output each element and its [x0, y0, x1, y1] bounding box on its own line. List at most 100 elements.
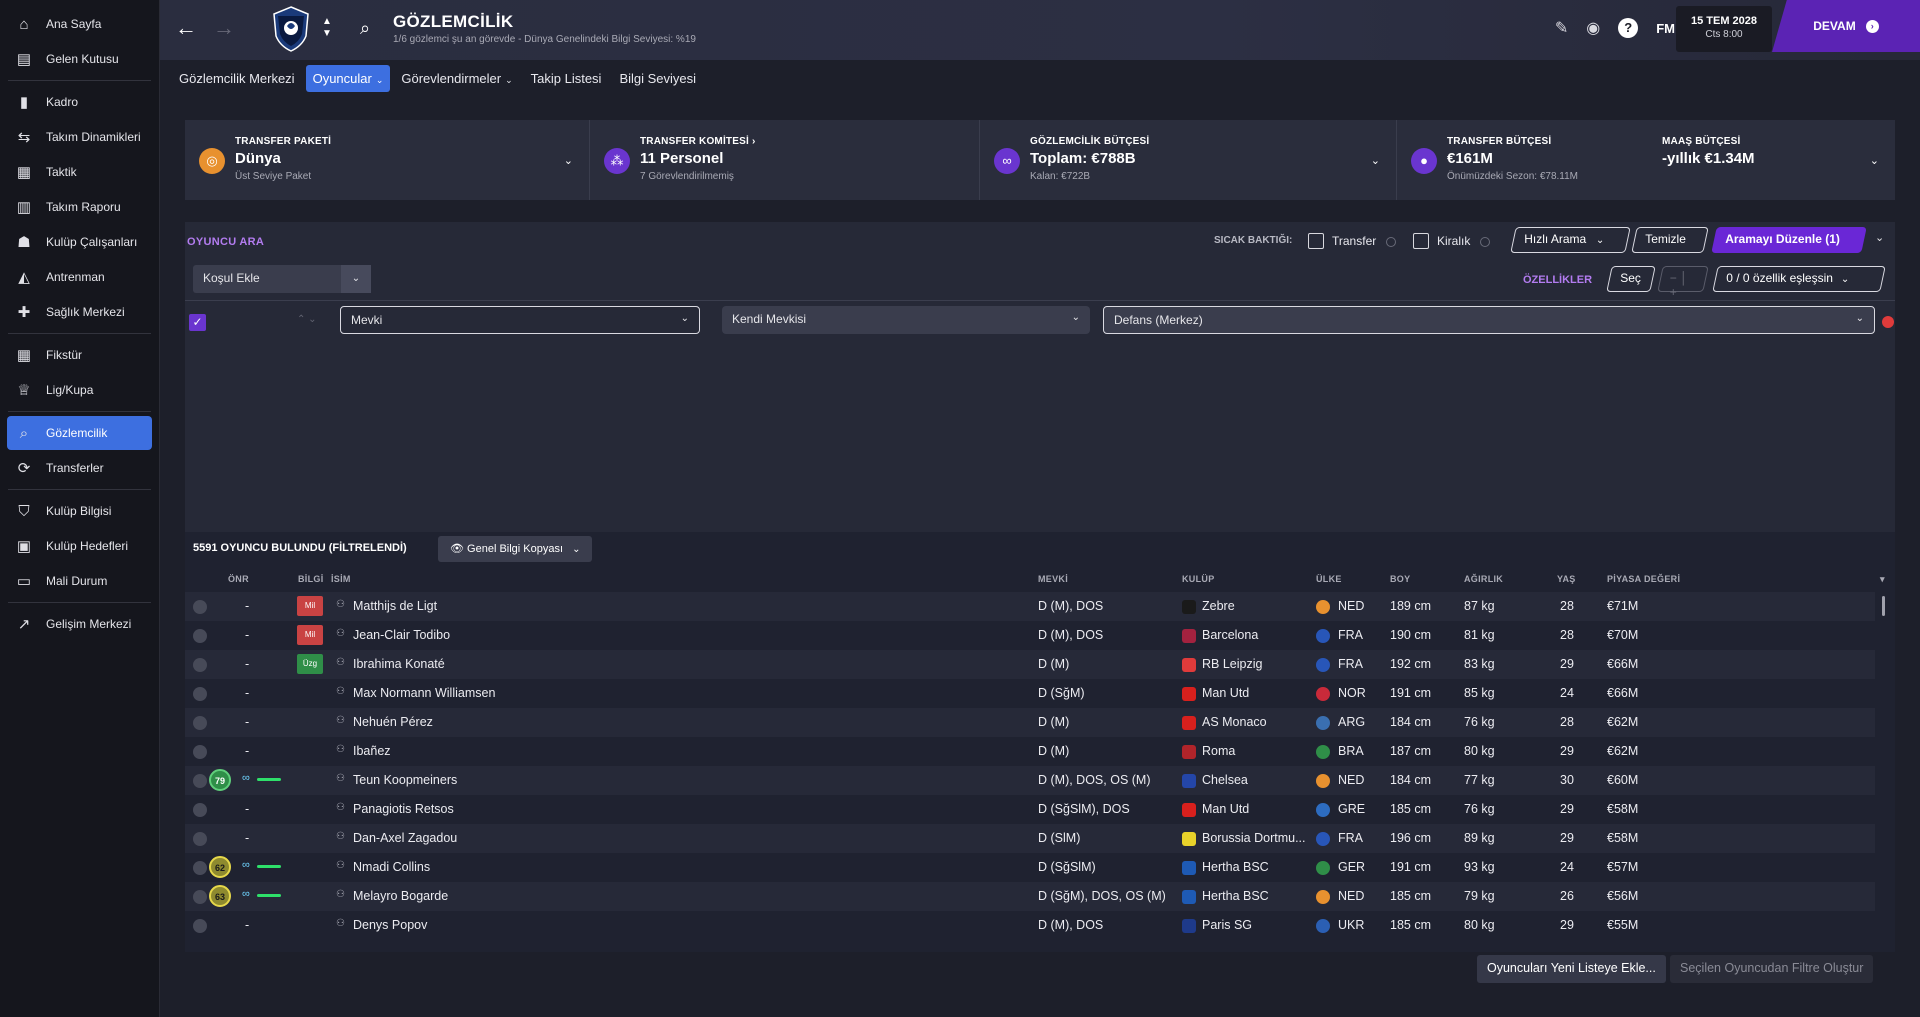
info-icon[interactable] [1480, 237, 1490, 247]
fm-menu-button[interactable]: FM [1656, 21, 1675, 36]
table-row[interactable]: - ⚇ Max Normann Williamsen D (SğM) Man U… [185, 679, 1875, 708]
create-filter-button[interactable]: Seçilen Oyuncudan Filtre Oluştur [1670, 955, 1874, 983]
player-club[interactable]: Barcelona [1202, 628, 1258, 642]
row-select-checkbox[interactable] [193, 687, 207, 701]
reorder-arrows-icon[interactable]: ⌃ ⌄ [297, 314, 317, 325]
criterion-value-select[interactable]: Defans (Merkez) ⌄ [1103, 306, 1875, 334]
sidebar-item[interactable]: ✚ Sağlık Merkezi [7, 295, 152, 329]
chevron-down-icon[interactable]: ⌄ [1875, 231, 1884, 244]
tab[interactable]: Oyuncular ⌄ [305, 64, 391, 92]
loan-checkbox[interactable] [1413, 233, 1429, 249]
player-name[interactable]: Ibañez [353, 744, 391, 758]
attribute-stepper[interactable]: − │ + [1657, 266, 1709, 299]
search-icon[interactable]: ⌕ [360, 18, 370, 39]
select-attributes-button[interactable]: Seç [1606, 266, 1656, 292]
row-select-checkbox[interactable] [193, 745, 207, 759]
player-club[interactable]: AS Monaco [1202, 715, 1267, 729]
add-condition-dropdown[interactable]: Koşul Ekle ⌄ [193, 265, 371, 293]
sidebar-item[interactable]: ▮ Kadro [7, 85, 152, 119]
player-nation[interactable]: NED [1338, 599, 1364, 613]
player-nation[interactable]: GRE [1338, 802, 1365, 816]
help-icon[interactable]: ? [1618, 18, 1639, 38]
remove-criterion-icon[interactable] [1882, 316, 1894, 328]
player-club[interactable]: Paris SG [1202, 918, 1252, 932]
player-name[interactable]: Jean-Clair Todibo [353, 628, 450, 642]
transfer-package-cell[interactable]: ◎ TRANSFER PAKETİ Dünya Üst Seviye Paket… [185, 120, 590, 200]
player-nation[interactable]: ARG [1338, 715, 1365, 729]
row-select-checkbox[interactable] [193, 716, 207, 730]
player-club[interactable]: Borussia Dortmu... [1202, 831, 1306, 845]
table-row[interactable]: - ⚇ Dan-Axel Zagadou D (SlM) Borussia Do… [185, 824, 1875, 853]
continue-button[interactable]: DEVAM › [1772, 0, 1920, 52]
tab[interactable]: Görevlendirmeler ⌄ [394, 65, 519, 92]
player-club[interactable]: Man Utd [1202, 686, 1249, 700]
player-name[interactable]: Max Normann Williamsen [353, 686, 495, 700]
row-select-checkbox[interactable] [193, 629, 207, 643]
criterion-checkbox[interactable]: ✓ [189, 314, 206, 331]
table-row[interactable]: - Mil ⚇ Matthijs de Ligt D (M), DOS Zebr… [185, 592, 1875, 621]
pencil-icon[interactable]: ✎ [1555, 18, 1568, 38]
row-select-checkbox[interactable] [193, 600, 207, 614]
table-row[interactable]: - Üzg ⚇ Ibrahima Konaté D (M) RB Leipzig… [185, 650, 1875, 679]
player-club[interactable]: Roma [1202, 744, 1235, 758]
sidebar-item[interactable]: ⛉ Kulüp Bilgisi [7, 494, 152, 528]
tab[interactable]: Bilgi Seviyesi [612, 65, 703, 92]
edit-search-button[interactable]: Aramayı Düzenle (1) [1711, 227, 1867, 253]
player-name[interactable]: Denys Popov [353, 918, 427, 932]
player-nation[interactable]: BRA [1338, 744, 1364, 758]
row-select-checkbox[interactable] [193, 861, 207, 875]
tab[interactable]: Gözlemcilik Merkezi [172, 65, 302, 92]
view-select-dropdown[interactable]: 👁 Genel Bilgi Kopyası ⌄ [438, 536, 593, 562]
column-header-height[interactable]: BOY [1390, 574, 1410, 584]
column-header-name[interactable]: İSİM [331, 574, 351, 584]
back-arrow-icon[interactable]: ← [172, 14, 200, 42]
player-club[interactable]: Man Utd [1202, 802, 1249, 816]
table-row[interactable]: - ⚇ Denys Popov D (M), DOS Paris SG UKR … [185, 911, 1875, 940]
player-nation[interactable]: FRA [1338, 831, 1363, 845]
sidebar-item[interactable]: ⟳ Transferler [7, 451, 152, 485]
column-header-value[interactable]: PİYASA DEĞERİ [1607, 574, 1680, 584]
sidebar-item[interactable]: ▭ Mali Durum [7, 564, 152, 598]
player-name[interactable]: Nmadi Collins [353, 860, 430, 874]
quick-search-dropdown[interactable]: Hızlı Arama ⌄ [1510, 227, 1631, 253]
sidebar-item[interactable]: ♕ Lig/Kupa [7, 373, 152, 407]
transfer-committee-cell[interactable]: ⁂ TRANSFER KOMİTESİ › 11 Personel 7 Göre… [590, 120, 980, 200]
player-name[interactable]: Nehuén Pérez [353, 715, 433, 729]
info-icon[interactable] [1386, 237, 1396, 247]
sidebar-item[interactable]: ▣ Kulüp Hedefleri [7, 529, 152, 563]
scouting-budget-cell[interactable]: ∞ GÖZLEMCİLİK BÜTÇESİ Toplam: €788B Kala… [980, 120, 1397, 200]
player-nation[interactable]: NED [1338, 773, 1364, 787]
column-header-nation[interactable]: ÜLKE [1316, 574, 1342, 584]
table-row[interactable]: - ⚇ Ibañez D (M) Roma BRA 187 cm 80 kg 2… [185, 737, 1875, 766]
column-header-onr[interactable]: ÖNR [228, 574, 249, 584]
tab[interactable]: Takip Listesi [524, 65, 609, 92]
player-nation[interactable]: NED [1338, 889, 1364, 903]
scrollbar[interactable] [1882, 596, 1885, 616]
sidebar-item[interactable]: ⇆ Takım Dinamikleri [7, 120, 152, 154]
attribute-match-dropdown[interactable]: 0 / 0 özellik eşleşsin ⌄ [1712, 266, 1886, 292]
player-name[interactable]: Teun Koopmeiners [353, 773, 457, 787]
player-name[interactable]: Melayro Bogarde [353, 889, 448, 903]
player-name[interactable]: Matthijs de Ligt [353, 599, 437, 613]
sidebar-item[interactable]: ⌕ Gözlemcilik [7, 416, 152, 450]
sidebar-item[interactable]: ▦ Fikstür [7, 338, 152, 372]
transfer-budget-cell[interactable]: ● TRANSFER BÜTÇESİ €161M Önümüzdeki Sezo… [1397, 120, 1895, 200]
player-nation[interactable]: GER [1338, 860, 1365, 874]
table-row[interactable]: - Mil ⚇ Jean-Clair Todibo D (M), DOS Bar… [185, 621, 1875, 650]
player-nation[interactable]: FRA [1338, 628, 1363, 642]
row-select-checkbox[interactable] [193, 803, 207, 817]
player-club[interactable]: Hertha BSC [1202, 860, 1269, 874]
player-club[interactable]: Zebre [1202, 599, 1235, 613]
player-name[interactable]: Panagiotis Retsos [353, 802, 454, 816]
sort-arrow-icon[interactable]: ▾ [1880, 574, 1885, 585]
club-crest-icon[interactable] [272, 6, 310, 52]
sidebar-item[interactable]: ◭ Antrenman [7, 260, 152, 294]
row-select-checkbox[interactable] [193, 658, 207, 672]
sidebar-item[interactable]: ▤ Gelen Kutusu [7, 42, 152, 76]
player-nation[interactable]: NOR [1338, 686, 1366, 700]
sidebar-item[interactable]: ▥ Takım Raporu [7, 190, 152, 224]
player-club[interactable]: RB Leipzig [1202, 657, 1262, 671]
chevron-down-icon[interactable]: ⌄ [1371, 154, 1380, 167]
sidebar-item[interactable]: ⌂ Ana Sayfa [7, 7, 152, 41]
player-name[interactable]: Ibrahima Konaté [353, 657, 445, 671]
